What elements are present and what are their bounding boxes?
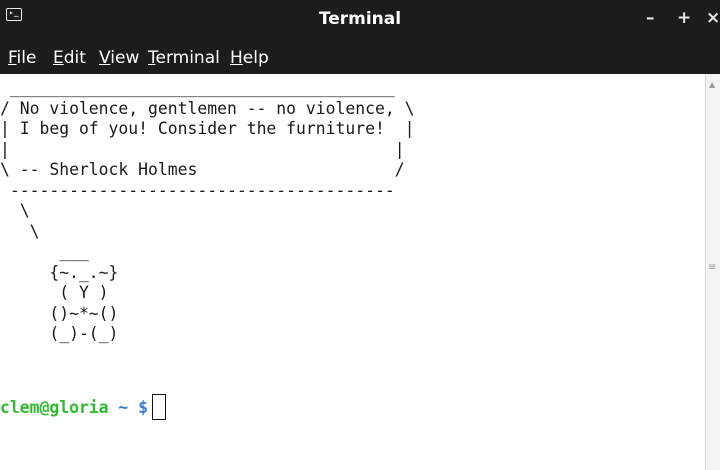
menu-terminal[interactable]: Terminal: [148, 48, 220, 68]
menu-edit[interactable]: Edit: [53, 48, 86, 68]
minimize-button[interactable]: –: [646, 8, 655, 28]
terminal-window: ▸_ Terminal – + × File Edit View Termina…: [0, 0, 720, 470]
prompt-user-host: clem@gloria: [0, 398, 109, 417]
window-title: Terminal: [318, 9, 402, 29]
prompt-line[interactable]: clem@gloria ~ $: [0, 394, 167, 420]
menu-file[interactable]: File: [8, 48, 36, 68]
maximize-button[interactable]: +: [677, 8, 691, 28]
terminal-content[interactable]: _______________________________________ …: [0, 74, 706, 470]
text-cursor: [152, 394, 167, 420]
title-bar[interactable]: ▸_ Terminal – + ×: [0, 0, 720, 42]
scroll-up-arrow-icon[interactable]: ▲: [709, 80, 715, 89]
prompt-dir: ~ $: [108, 398, 149, 417]
menu-help[interactable]: Help: [230, 48, 269, 68]
scrollbar-grip-icon[interactable]: ≡: [708, 262, 716, 273]
vertical-scrollbar[interactable]: ▲ ≡: [705, 74, 720, 470]
terminal-output: _______________________________________ …: [0, 78, 415, 343]
menu-bar: File Edit View Terminal Help: [0, 42, 720, 74]
menu-view[interactable]: View: [99, 48, 139, 68]
close-button[interactable]: ×: [706, 8, 720, 28]
